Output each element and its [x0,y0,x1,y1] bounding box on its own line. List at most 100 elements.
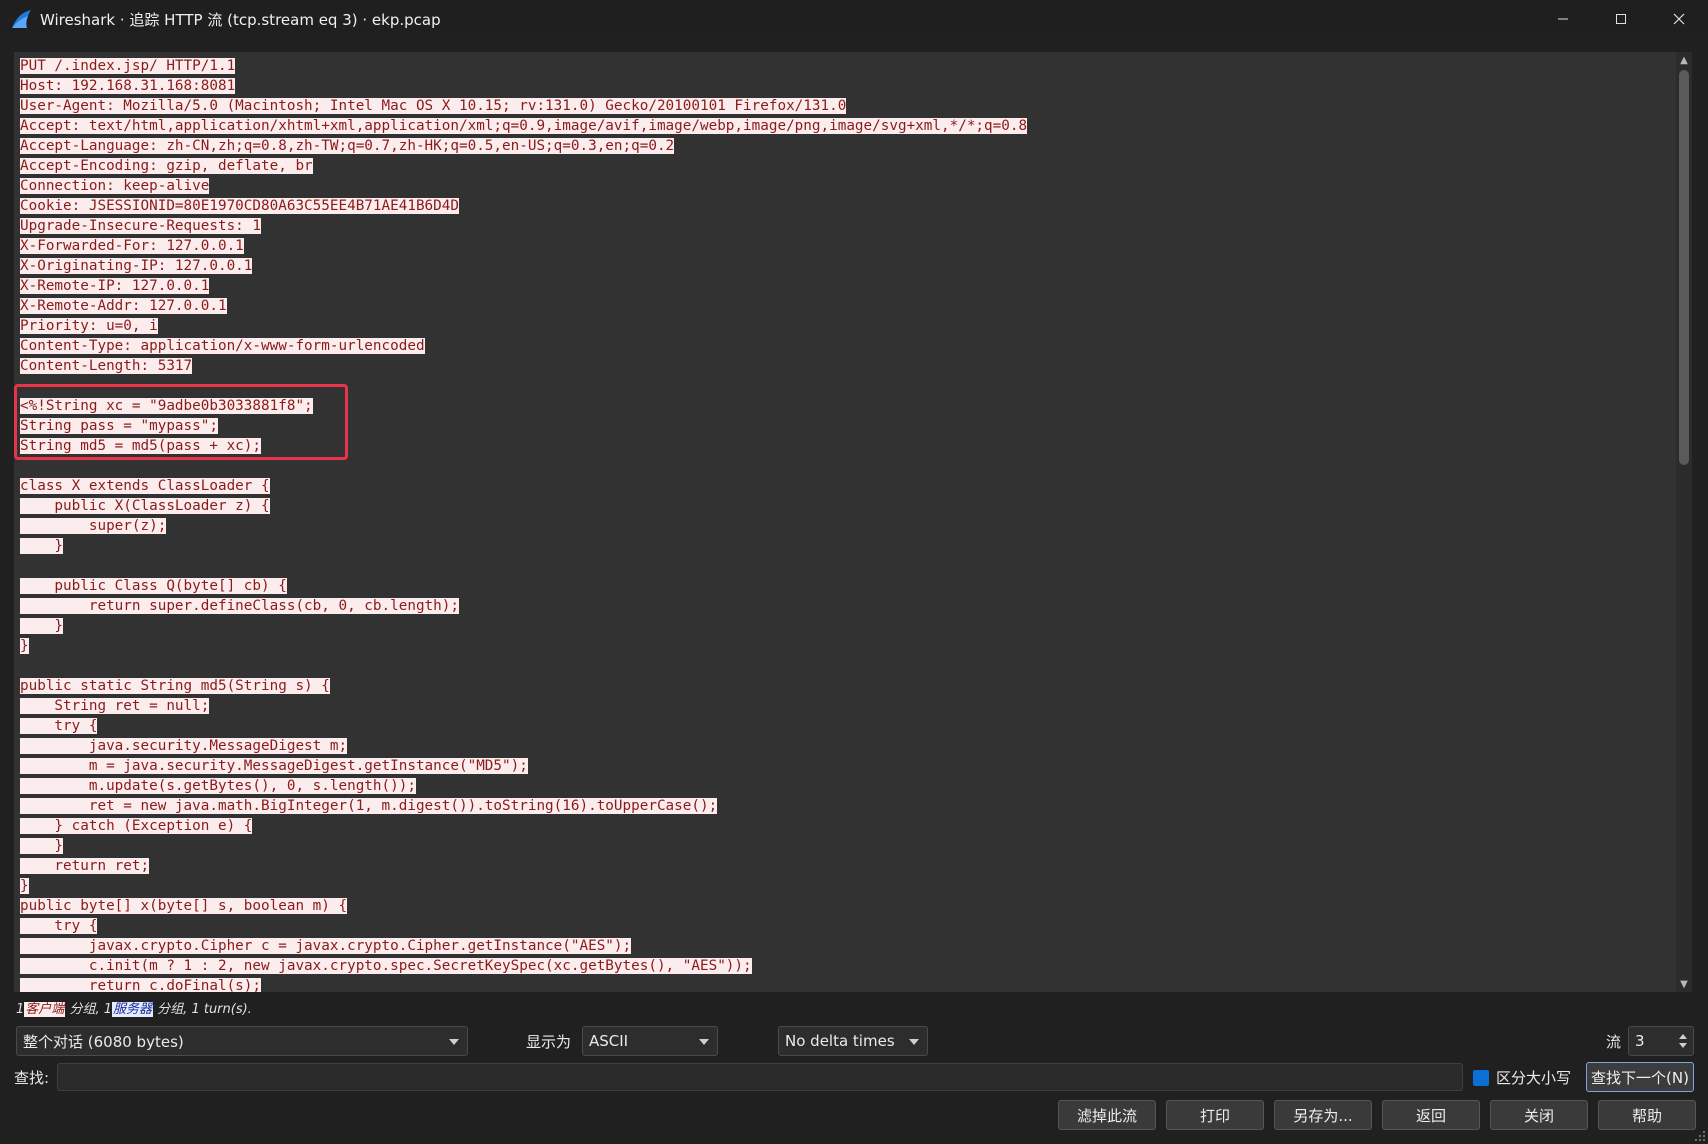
vertical-scrollbar[interactable]: ▲ ▼ [1676,52,1692,992]
server-count: 1 [103,1002,112,1017]
stream-line-text: } [20,538,64,554]
stream-line: Accept: text/html,application/xhtml+xml,… [20,116,1028,136]
case-sensitive-checkbox[interactable] [1473,1070,1489,1086]
title-bar: Wireshark · 追踪 HTTP 流 (tcp.stream eq 3) … [0,0,1708,38]
stream-line-text: Connection: keep-alive [20,178,210,194]
stream-line-text: } catch (Exception e) { [20,818,253,834]
stream-label: 流 [1606,1033,1622,1051]
chevron-down-icon [449,1039,459,1045]
stream-line: Accept-Encoding: gzip, deflate, br [20,156,1027,176]
window-title: Wireshark · 追踪 HTTP 流 (tcp.stream eq 3) … [40,10,441,29]
close-window-button[interactable] [1650,0,1708,38]
stream-line-text: PUT /.index.jsp/ HTTP/1.1 [20,58,236,74]
stream-line-text: Accept-Language: zh-CN,zh;q=0.8,zh-TW;q=… [20,138,675,154]
stream-line: super(z); [20,516,1027,536]
back-button[interactable]: 返回 [1382,1100,1480,1130]
stream-line-text: class X extends ClassLoader { [20,478,270,494]
server-tag: 服务器 [112,1002,154,1017]
filter-out-button[interactable]: 滤掉此流 [1058,1100,1156,1130]
stream-line: Cookie: JSESSIONID=80E1970CD80A63C55EE4B… [20,196,1027,216]
stream-line: Host: 192.168.31.168:8081 [20,76,1027,96]
stream-line-text: Accept-Encoding: gzip, deflate, br [20,158,313,174]
conversation-select[interactable]: 整个对话 (6080 bytes) [16,1026,468,1056]
stream-line-text: X-Remote-Addr: 127.0.0.1 [20,298,227,314]
stream-line-text: javax.crypto.Cipher c = javax.crypto.Cip… [20,938,632,954]
stream-line-text: Content-Type: application/x-www-form-url… [20,338,425,354]
stream-line: return super.defineClass(cb, 0, cb.lengt… [20,596,1027,616]
stream-line: } [20,616,1027,636]
print-button[interactable]: 打印 [1166,1100,1264,1130]
stream-line: class X extends ClassLoader { [20,476,1027,496]
stream-line: User-Agent: Mozilla/5.0 (Macintosh; Inte… [20,96,1027,116]
stream-line: ret = new java.math.BigInteger(1, m.dige… [20,796,1027,816]
stream-line: public static String md5(String s) { [20,676,1027,696]
stream-line: m.update(s.getBytes(), 0, s.length()); [20,776,1027,796]
stream-line: public X(ClassLoader z) { [20,496,1027,516]
find-next-button[interactable]: 查找下一个(N) [1586,1062,1694,1092]
packet-summary: 1客户端 分组, 1服务器 分组, 1 turn(s). [16,998,252,1017]
highlight-annotation-box [14,384,348,460]
stream-line-text: java.security.MessageDigest m; [20,738,348,754]
stream-line-text: } [20,838,64,854]
stream-line: X-Remote-IP: 127.0.0.1 [20,276,1027,296]
client-suffix: 分组, [69,1002,100,1017]
stream-line: Upgrade-Insecure-Requests: 1 [20,216,1027,236]
chevron-down-icon [909,1039,919,1045]
stream-line [20,656,1027,676]
dialog-buttons: 滤掉此流 打印 另存为... 返回 关闭 帮助 [0,1099,1708,1131]
stream-line: } [20,836,1027,856]
wireshark-fin-icon [12,10,31,28]
stream-line: try { [20,916,1027,936]
stream-line: return c.doFinal(s); [20,976,1027,992]
delta-times-select[interactable]: No delta times [778,1026,928,1056]
find-label: 查找: [14,1069,50,1087]
stream-line: Priority: u=0, i [20,316,1027,336]
minimize-icon [1558,18,1568,20]
stream-line: String ret = null; [20,696,1027,716]
scroll-up-icon[interactable]: ▲ [1676,52,1692,68]
server-suffix: 分组, [157,1002,188,1017]
help-button[interactable]: 帮助 [1598,1100,1696,1130]
show-as-select-value: ASCII [589,1032,629,1050]
stream-line: c.init(m ? 1 : 2, new javax.crypto.spec.… [20,956,1027,976]
stream-line-text: return ret; [20,858,150,874]
stream-line-text: Upgrade-Insecure-Requests: 1 [20,218,262,234]
spin-down-icon[interactable] [1679,1043,1687,1048]
chevron-down-icon [699,1039,709,1045]
stream-line-text: Content-Length: 5317 [20,358,193,374]
stream-line: Content-Type: application/x-www-form-url… [20,336,1027,356]
stream-line: return ret; [20,856,1027,876]
stream-line-text: Host: 192.168.31.168:8081 [20,78,236,94]
stream-line: } [20,876,1027,896]
stream-line: Accept-Language: zh-CN,zh;q=0.8,zh-TW;q=… [20,136,1027,156]
stream-line: } [20,536,1027,556]
stream-line-text: m = java.security.MessageDigest.getInsta… [20,758,528,774]
save-as-button[interactable]: 另存为... [1274,1100,1372,1130]
close-button[interactable]: 关闭 [1490,1100,1588,1130]
maximize-button[interactable] [1592,0,1650,38]
maximize-icon [1616,14,1626,24]
stream-line-text: c.init(m ? 1 : 2, new javax.crypto.spec.… [20,958,752,974]
resize-grip-icon[interactable] [1694,1130,1706,1142]
find-input[interactable] [57,1063,1463,1091]
scroll-down-icon[interactable]: ▼ [1676,976,1692,992]
spin-up-icon[interactable] [1679,1034,1687,1039]
show-as-select[interactable]: ASCII [582,1026,718,1056]
scrollbar-thumb[interactable] [1679,70,1689,465]
stream-line-text: Priority: u=0, i [20,318,158,334]
case-sensitive-label: 区分大小写 [1496,1069,1572,1087]
minimize-button[interactable] [1534,0,1592,38]
stream-line-text: try { [20,718,98,734]
stream-number-spinner[interactable]: 3 [1628,1026,1694,1056]
stream-content-pane[interactable]: PUT /.index.jsp/ HTTP/1.1 Host: 192.168.3… [14,52,1676,992]
close-icon [1673,13,1685,25]
stream-line: Content-Length: 5317 [20,356,1027,376]
turns-count: 1 turn(s). [191,1002,252,1017]
stream-line-text: Cookie: JSESSIONID=80E1970CD80A63C55EE4B… [20,198,459,214]
delta-times-select-value: No delta times [785,1032,895,1050]
stream-line-text: return c.doFinal(s); [20,978,262,992]
stream-line: } [20,636,1027,656]
stream-line-text: } [20,618,64,634]
stream-line: java.security.MessageDigest m; [20,736,1027,756]
stream-line-text: X-Remote-IP: 127.0.0.1 [20,278,210,294]
